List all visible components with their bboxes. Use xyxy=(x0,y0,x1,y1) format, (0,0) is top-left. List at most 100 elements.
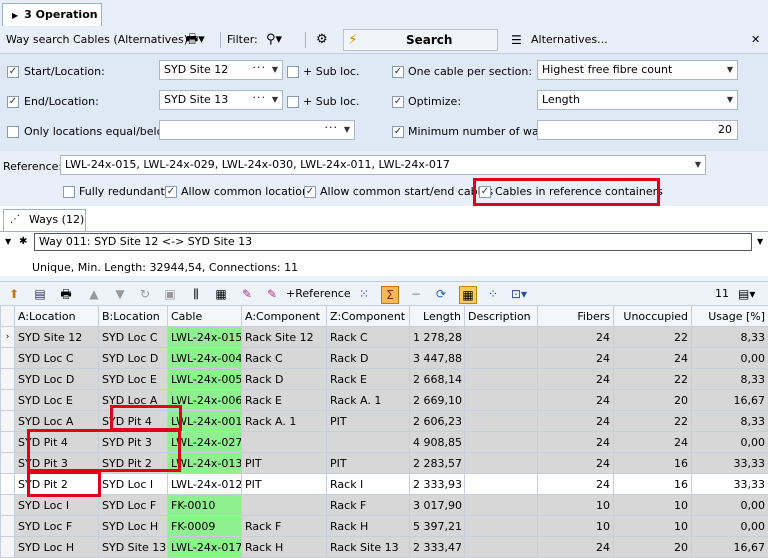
settings-icon[interactable]: ⚙ xyxy=(316,27,328,53)
table-cell[interactable]: LWL-24x-012 xyxy=(168,474,242,495)
only-locations-checkbox[interactable] xyxy=(7,126,19,138)
network-icon[interactable]: ⁘ xyxy=(485,286,501,302)
table-cell[interactable]: 8,33 xyxy=(692,327,768,348)
column-header[interactable]: A:Location xyxy=(15,306,99,327)
browse-icon[interactable]: ··· xyxy=(253,60,267,77)
table-cell[interactable]: Rack E xyxy=(242,390,327,411)
table-cell[interactable] xyxy=(465,453,538,474)
row-indicator[interactable] xyxy=(1,453,15,474)
row-indicator[interactable] xyxy=(1,432,15,453)
table-cell[interactable]: PIT xyxy=(327,411,410,432)
table-cell[interactable]: Rack I xyxy=(327,474,410,495)
table-cell[interactable]: SYD Loc F xyxy=(99,495,168,516)
table-cell[interactable]: Rack F xyxy=(327,495,410,516)
table-cell[interactable]: 24 xyxy=(538,348,614,369)
row-indicator[interactable] xyxy=(1,474,15,495)
table-cell[interactable]: 2 669,10 xyxy=(410,390,465,411)
table-cell[interactable]: 24 xyxy=(538,453,614,474)
table-cell[interactable] xyxy=(242,432,327,453)
table-cell[interactable]: 22 xyxy=(614,411,692,432)
edit-icon[interactable]: ✎ xyxy=(239,286,255,302)
current-row-arrow-icon[interactable]: › xyxy=(1,327,15,348)
sync-icon[interactable]: ⟳ xyxy=(433,286,449,302)
end-location-checkbox[interactable]: ✓ xyxy=(7,96,19,108)
table-cell[interactable]: PIT xyxy=(242,453,327,474)
table-cell[interactable]: 24 xyxy=(538,327,614,348)
table-cell[interactable] xyxy=(465,537,538,558)
table-cell[interactable]: 10 xyxy=(538,495,614,516)
search-button[interactable]: ⚡ Search xyxy=(343,29,498,51)
arrow-up-icon[interactable]: ▲ xyxy=(86,286,102,302)
table-cell[interactable]: Rack C xyxy=(327,327,410,348)
row-indicator[interactable] xyxy=(1,390,15,411)
table-cell[interactable]: Rack D xyxy=(242,369,327,390)
table-cell[interactable] xyxy=(465,327,538,348)
table-cell[interactable]: 24 xyxy=(614,348,692,369)
table-cell[interactable]: SYD Site 12 xyxy=(15,327,99,348)
add-reference-button[interactable]: +Reference xyxy=(286,282,351,306)
table-row[interactable]: SYD Loc ISYD Loc FFK-0010Rack F3 017,901… xyxy=(1,495,768,516)
table-cell[interactable]: 24 xyxy=(538,432,614,453)
table-cell[interactable]: 3 017,90 xyxy=(410,495,465,516)
columns-icon[interactable]: ⫼ xyxy=(188,286,204,302)
table-cell[interactable]: 0,00 xyxy=(692,432,768,453)
zoom-icon[interactable]: ⊡▾ xyxy=(511,286,527,302)
table-cell[interactable]: 16,67 xyxy=(692,537,768,558)
table-cell[interactable] xyxy=(327,432,410,453)
table-cell[interactable]: Rack A. 1 xyxy=(242,411,327,432)
row-indicator[interactable] xyxy=(1,516,15,537)
table-cell[interactable]: 24 xyxy=(538,474,614,495)
table-cell[interactable]: Rack E xyxy=(327,369,410,390)
table-cell[interactable]: Rack Site 13 xyxy=(327,537,410,558)
tab-operation[interactable]: ▶3 Operation xyxy=(2,3,102,26)
way-select[interactable]: Way 011: SYD Site 12 <-> SYD Site 13 xyxy=(34,233,752,251)
table-icon[interactable]: ▦ xyxy=(213,286,229,302)
row-indicator[interactable] xyxy=(1,537,15,558)
allow-common-startend-checkbox[interactable]: ✓ xyxy=(304,186,316,198)
column-header[interactable]: Cable xyxy=(168,306,242,327)
collapse-icon[interactable]: ▼ xyxy=(5,237,11,246)
chevron-down-icon[interactable]: ▼ xyxy=(727,61,733,79)
table-cell[interactable]: Rack D xyxy=(327,348,410,369)
grid-select-icon[interactable]: ⁙ xyxy=(356,286,372,302)
only-locations-field[interactable]: ···▼ xyxy=(159,120,355,140)
grid-options-icon[interactable]: ▤▾ xyxy=(738,286,754,302)
table-cell[interactable]: 3 447,88 xyxy=(410,348,465,369)
table-cell[interactable] xyxy=(465,411,538,432)
column-header[interactable]: B:Location xyxy=(99,306,168,327)
table-cell[interactable]: 10 xyxy=(614,495,692,516)
start-sub-loc-checkbox[interactable] xyxy=(287,66,299,78)
table-cell[interactable]: Rack C xyxy=(242,348,327,369)
row-indicator[interactable] xyxy=(1,369,15,390)
save-icon[interactable]: ▤ xyxy=(32,286,48,302)
table-cell[interactable]: SYD Loc I xyxy=(99,474,168,495)
table-cell[interactable]: LWL-24x-015 xyxy=(168,327,242,348)
one-cable-checkbox[interactable]: ✓ xyxy=(392,66,404,78)
end-sub-loc-checkbox[interactable] xyxy=(287,96,299,108)
table-cell[interactable]: SYD Loc E xyxy=(99,369,168,390)
sum-icon[interactable]: Σ xyxy=(381,286,399,304)
clipboard-icon[interactable]: ▣ xyxy=(162,286,178,302)
table-cell[interactable]: 33,33 xyxy=(692,474,768,495)
table-cell[interactable]: 20 xyxy=(614,390,692,411)
table-cell[interactable]: 2 283,57 xyxy=(410,453,465,474)
table-cell[interactable]: Rack Site 12 xyxy=(242,327,327,348)
table-cell[interactable] xyxy=(465,348,538,369)
alternatives-button[interactable]: Alternatives... xyxy=(531,27,608,53)
chevron-down-icon[interactable]: ▼ xyxy=(727,91,733,109)
chevron-down-icon[interactable]: ▼ xyxy=(272,61,278,79)
table-cell[interactable] xyxy=(465,390,538,411)
table-cell[interactable] xyxy=(465,474,538,495)
ways-tab[interactable]: ⋰ Ways (12) xyxy=(3,209,86,231)
table-cell[interactable]: 10 xyxy=(614,516,692,537)
table-cell[interactable]: SYD Loc D xyxy=(99,348,168,369)
table-cell[interactable]: 22 xyxy=(614,369,692,390)
table-cell[interactable]: 0,00 xyxy=(692,516,768,537)
table-row[interactable]: SYD Pit 2SYD Loc ILWL-24x-012PITRack I2 … xyxy=(1,474,768,495)
table-cell[interactable]: 16 xyxy=(614,474,692,495)
table-cell[interactable]: 8,33 xyxy=(692,369,768,390)
column-header[interactable]: Usage [%] xyxy=(692,306,768,327)
table-row[interactable]: SYD Loc DSYD Loc ELWL-24x-005Rack DRack … xyxy=(1,369,768,390)
table-cell[interactable]: Rack A. 1 xyxy=(327,390,410,411)
table-cell[interactable]: FK-0010 xyxy=(168,495,242,516)
